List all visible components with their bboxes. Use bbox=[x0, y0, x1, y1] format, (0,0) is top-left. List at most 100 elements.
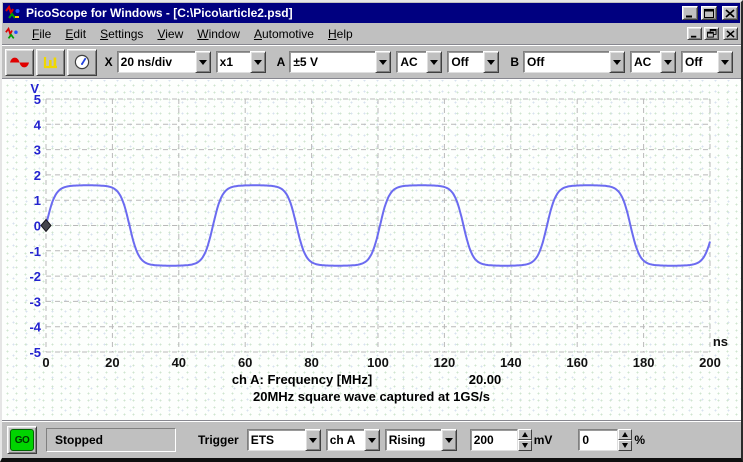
sine-wave-icon bbox=[9, 57, 29, 67]
minimize-icon bbox=[686, 15, 692, 17]
spectrum-bars-icon bbox=[43, 56, 57, 68]
channel-a-option-value: Off bbox=[447, 51, 484, 73]
menu-item-view[interactable]: View bbox=[150, 25, 190, 43]
y-tick-label: 2 bbox=[34, 168, 41, 183]
trigger-mode-value: ETS bbox=[246, 429, 305, 451]
channel-a-option-select[interactable]: Off bbox=[447, 51, 500, 73]
dropdown-arrow-icon[interactable] bbox=[440, 429, 457, 451]
maximize-icon bbox=[704, 8, 714, 18]
measurement-label: ch A: Frequency [MHz] bbox=[231, 372, 373, 387]
x-tick-label: 0 bbox=[42, 355, 49, 370]
go-button[interactable]: GO bbox=[7, 426, 37, 454]
measurement-row: ch A: Frequency [MHz] 20.00 bbox=[2, 372, 741, 387]
trigger-delay-field[interactable] bbox=[578, 429, 619, 451]
spin-down-button[interactable] bbox=[517, 440, 532, 451]
dropdown-arrow-icon[interactable] bbox=[660, 51, 677, 73]
menu-item-help[interactable]: Help bbox=[321, 25, 360, 43]
go-button-label: GO bbox=[10, 429, 34, 451]
menu-item-window[interactable]: Window bbox=[190, 25, 247, 43]
x-tick-label: 140 bbox=[500, 355, 522, 370]
y-tick-label: 1 bbox=[34, 193, 41, 208]
spectrum-view-button[interactable] bbox=[36, 48, 66, 76]
channel-a-coupling-select[interactable]: AC bbox=[396, 51, 443, 73]
mdi-minimize-button[interactable] bbox=[687, 27, 702, 40]
y-tick-label: 4 bbox=[34, 117, 42, 132]
dropdown-arrow-icon[interactable] bbox=[194, 51, 211, 73]
close-button[interactable] bbox=[722, 6, 738, 20]
mdi-close-button[interactable] bbox=[723, 27, 738, 40]
y-tick-label: 3 bbox=[34, 143, 41, 158]
timebase-value: 20 ns/div bbox=[116, 51, 195, 73]
restore-icon bbox=[706, 29, 716, 38]
trigger-delay-spinner[interactable] bbox=[578, 429, 633, 451]
window-title: PicoScope for Windows - [C:\Pico\article… bbox=[26, 6, 293, 20]
channel-a-range-value: ±5 V bbox=[289, 51, 376, 73]
status-field: Stopped bbox=[46, 428, 176, 452]
delay-unit-label: % bbox=[634, 433, 646, 447]
arrow-down-icon bbox=[521, 443, 528, 448]
spin-down-button[interactable] bbox=[618, 440, 633, 451]
timebase-multiplier-select[interactable]: x1 bbox=[215, 51, 266, 73]
menu-item-settings[interactable]: Settings bbox=[93, 25, 150, 43]
scope-display: 0 20 40 60 80 100 120 140 160 180 200 5 4 3 2 1 0 -1 -2 -3-… bbox=[2, 80, 741, 420]
menu-item-file[interactable]: File bbox=[25, 25, 58, 43]
trigger-mode-select[interactable]: ETS bbox=[246, 429, 321, 451]
trigger-threshold-spinner[interactable] bbox=[469, 429, 532, 451]
app-icon bbox=[5, 5, 21, 21]
meter-dial-icon bbox=[74, 54, 90, 70]
scope-view-button[interactable] bbox=[5, 48, 35, 76]
trigger-direction-value: Rising bbox=[384, 429, 441, 451]
minimize-button[interactable] bbox=[682, 6, 698, 20]
y-tick-label: -3 bbox=[29, 294, 41, 309]
x-tick-label: 120 bbox=[434, 355, 456, 370]
arrow-up-icon bbox=[521, 432, 528, 437]
maximize-button[interactable] bbox=[701, 6, 717, 20]
titlebar[interactable]: PicoScope for Windows - [C:\Pico\article… bbox=[3, 3, 740, 23]
y-tick-label: -2 bbox=[29, 269, 41, 284]
channel-a-range-select[interactable]: ±5 V bbox=[289, 51, 392, 73]
y-axis-unit-label: V bbox=[30, 81, 39, 96]
menu-item-automotive[interactable]: Automotive bbox=[247, 25, 321, 43]
arrow-down-icon bbox=[622, 443, 629, 448]
x-axis-unit-label: ns bbox=[713, 334, 728, 349]
dropdown-arrow-icon[interactable] bbox=[375, 51, 392, 73]
menubar: File Edit Settings View Window Automotive Help bbox=[2, 23, 741, 44]
x-tick-label: 180 bbox=[633, 355, 655, 370]
dropdown-arrow-icon[interactable] bbox=[249, 51, 266, 73]
channel-b-label: B bbox=[510, 55, 520, 69]
trigger-marker[interactable] bbox=[40, 218, 52, 233]
spin-up-button[interactable] bbox=[517, 429, 532, 440]
trigger-source-select[interactable]: ch A bbox=[325, 429, 380, 451]
channel-b-option-select[interactable]: Off bbox=[681, 51, 734, 73]
y-tick-label: 0 bbox=[34, 219, 41, 234]
picoscope-window: PicoScope for Windows - [C:\Pico\article… bbox=[0, 0, 743, 462]
trigger-direction-select[interactable]: Rising bbox=[384, 429, 457, 451]
dropdown-arrow-icon[interactable] bbox=[483, 51, 500, 73]
trigger-source-value: ch A bbox=[325, 429, 364, 451]
dropdown-arrow-icon[interactable] bbox=[426, 51, 443, 73]
trigger-label: Trigger bbox=[198, 433, 239, 447]
dropdown-arrow-icon[interactable] bbox=[717, 51, 734, 73]
caption: 20MHz square wave captured at 1GS/s bbox=[253, 389, 490, 404]
toolbar: X 20 ns/div x1 A ±5 V AC Off B Off AC Of… bbox=[2, 46, 741, 78]
minimize-icon bbox=[690, 35, 697, 38]
dropdown-arrow-icon[interactable] bbox=[609, 51, 626, 73]
threshold-unit-label: mV bbox=[533, 433, 553, 447]
channel-b-coupling-select[interactable]: AC bbox=[630, 51, 677, 73]
x-tick-label: 100 bbox=[367, 355, 389, 370]
y-tick-label: -4 bbox=[29, 320, 41, 335]
timebase-select[interactable]: 20 ns/div bbox=[116, 51, 211, 73]
dropdown-arrow-icon[interactable] bbox=[363, 429, 380, 451]
channel-b-range-value: Off bbox=[523, 51, 610, 73]
channel-b-range-select[interactable]: Off bbox=[523, 51, 626, 73]
x-tick-label: 160 bbox=[566, 355, 588, 370]
statusbar: GO Stopped Trigger ETS ch A Rising mV bbox=[2, 422, 741, 458]
meter-view-button[interactable] bbox=[67, 48, 97, 76]
trigger-threshold-field[interactable] bbox=[469, 429, 518, 451]
close-icon bbox=[726, 29, 735, 38]
menu-item-edit[interactable]: Edit bbox=[58, 25, 93, 43]
mdi-restore-button[interactable] bbox=[704, 27, 719, 40]
document-icon bbox=[5, 26, 21, 42]
spin-up-button[interactable] bbox=[618, 429, 633, 440]
dropdown-arrow-icon[interactable] bbox=[304, 429, 321, 451]
